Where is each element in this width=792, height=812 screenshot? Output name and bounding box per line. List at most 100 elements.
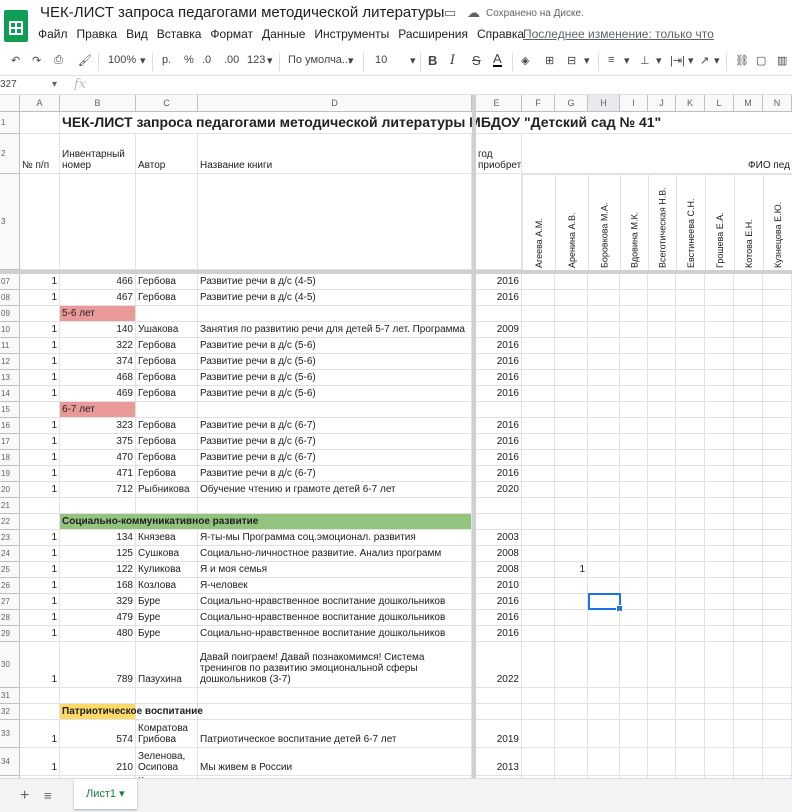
- cell-check[interactable]: [588, 514, 620, 530]
- cell-check[interactable]: [555, 720, 588, 748]
- cell-check[interactable]: [763, 354, 792, 370]
- cell-check[interactable]: [734, 546, 763, 562]
- column-header[interactable]: N: [763, 95, 792, 112]
- cell[interactable]: [198, 704, 472, 720]
- cell-check[interactable]: [676, 578, 705, 594]
- cell-check[interactable]: [555, 482, 588, 498]
- horizontal-align-icon[interactable]: ≡: [608, 54, 614, 66]
- column-header[interactable]: M: [734, 95, 763, 112]
- cell-check[interactable]: [734, 338, 763, 354]
- cell-check[interactable]: [734, 434, 763, 450]
- cell-author[interactable]: Гербова: [136, 386, 198, 402]
- last-edit-link[interactable]: Последнее изменение: только что: [523, 27, 714, 41]
- cell-check[interactable]: [588, 546, 620, 562]
- cell-check[interactable]: [588, 626, 620, 642]
- cell-year[interactable]: 2020: [476, 482, 522, 498]
- cell-check[interactable]: [763, 306, 792, 322]
- cell-check[interactable]: [676, 386, 705, 402]
- cell-author[interactable]: Гербова: [136, 338, 198, 354]
- row-header[interactable]: 07: [0, 274, 20, 290]
- borders-icon[interactable]: ⊞: [545, 54, 554, 67]
- font-family-select[interactable]: По умолча...: [288, 54, 351, 66]
- column-header[interactable]: A: [20, 95, 60, 112]
- cell-check[interactable]: [705, 704, 734, 720]
- more-formats-button[interactable]: 123: [247, 54, 265, 66]
- cell-check[interactable]: [734, 498, 763, 514]
- cell-check[interactable]: [763, 704, 792, 720]
- cell-check[interactable]: [734, 688, 763, 704]
- cell-check[interactable]: [555, 594, 588, 610]
- cell-check[interactable]: [648, 514, 676, 530]
- cell-check[interactable]: [676, 322, 705, 338]
- cell-inventory[interactable]: 374: [60, 354, 136, 370]
- cell-check[interactable]: [588, 704, 620, 720]
- cell-check[interactable]: [555, 498, 588, 514]
- cell-check[interactable]: [588, 274, 620, 290]
- cell-check[interactable]: [555, 306, 588, 322]
- redo-icon[interactable]: ↷: [32, 54, 41, 67]
- cell-num[interactable]: [20, 498, 60, 514]
- cell-year[interactable]: 2016: [476, 450, 522, 466]
- cell-num[interactable]: 1: [20, 720, 60, 748]
- cell-check[interactable]: [555, 354, 588, 370]
- cell-check[interactable]: [648, 290, 676, 306]
- cell-check[interactable]: [648, 748, 676, 776]
- row-header[interactable]: 09: [0, 306, 20, 322]
- cell-check[interactable]: [705, 720, 734, 748]
- cell-num[interactable]: 1: [20, 610, 60, 626]
- cell-check[interactable]: 1: [555, 562, 588, 578]
- cell-book[interactable]: Я и моя семья: [198, 562, 472, 578]
- cell-check[interactable]: [620, 514, 648, 530]
- cell-check[interactable]: [620, 370, 648, 386]
- cell-book[interactable]: Развитие речи в д/с (5-6): [198, 354, 472, 370]
- cell-check[interactable]: [620, 688, 648, 704]
- cell-check[interactable]: [676, 688, 705, 704]
- cell-check[interactable]: [763, 386, 792, 402]
- cell-num[interactable]: 1: [20, 418, 60, 434]
- cell-check[interactable]: [555, 450, 588, 466]
- cell-inventory[interactable]: 122: [60, 562, 136, 578]
- cell-book[interactable]: Давай поиграем! Давай познакомимся! Сист…: [198, 642, 472, 688]
- insert-chart-icon[interactable]: ▥: [777, 54, 787, 67]
- cell-check[interactable]: [522, 594, 555, 610]
- cell-check[interactable]: [705, 642, 734, 688]
- cell-inventory[interactable]: 789: [60, 642, 136, 688]
- cell-author[interactable]: Зеленова, Осипова: [136, 748, 198, 776]
- cell-inventory[interactable]: 323: [60, 418, 136, 434]
- cell-inventory[interactable]: 470: [60, 450, 136, 466]
- cell-inventory[interactable]: 322: [60, 338, 136, 354]
- cell-check[interactable]: [763, 610, 792, 626]
- cell-check[interactable]: [648, 402, 676, 418]
- cell-check[interactable]: [620, 546, 648, 562]
- cell-check[interactable]: [763, 546, 792, 562]
- cell-check[interactable]: [705, 370, 734, 386]
- cell-check[interactable]: [588, 402, 620, 418]
- cell-check[interactable]: [763, 418, 792, 434]
- row-header[interactable]: 34: [0, 748, 20, 776]
- cell-year[interactable]: 2016: [476, 626, 522, 642]
- cell-num[interactable]: 1: [20, 386, 60, 402]
- cell[interactable]: [198, 306, 472, 322]
- cell-book[interactable]: Развитие речи в д/с (6-7): [198, 466, 472, 482]
- row-header[interactable]: 12: [0, 354, 20, 370]
- cell-year[interactable]: 2016: [476, 274, 522, 290]
- cell-check[interactable]: [620, 290, 648, 306]
- cell-check[interactable]: [648, 354, 676, 370]
- cell-inventory[interactable]: 468: [60, 370, 136, 386]
- cell-check[interactable]: [555, 418, 588, 434]
- cell-year[interactable]: [476, 402, 522, 418]
- cell-year[interactable]: 2016: [476, 290, 522, 306]
- cell-book[interactable]: Развитие речи в д/с (4-5): [198, 274, 472, 290]
- row-header[interactable]: 23: [0, 530, 20, 546]
- cell-check[interactable]: [763, 466, 792, 482]
- cell-check[interactable]: [522, 306, 555, 322]
- cell-check[interactable]: [676, 338, 705, 354]
- cell-check[interactable]: [676, 434, 705, 450]
- cell-author[interactable]: Гербова: [136, 274, 198, 290]
- cell-num[interactable]: 1: [20, 274, 60, 290]
- cell-author[interactable]: Гербова: [136, 418, 198, 434]
- cell-check[interactable]: [522, 434, 555, 450]
- cell-inventory[interactable]: [60, 498, 136, 514]
- cell-check[interactable]: [588, 688, 620, 704]
- cell-check[interactable]: [705, 386, 734, 402]
